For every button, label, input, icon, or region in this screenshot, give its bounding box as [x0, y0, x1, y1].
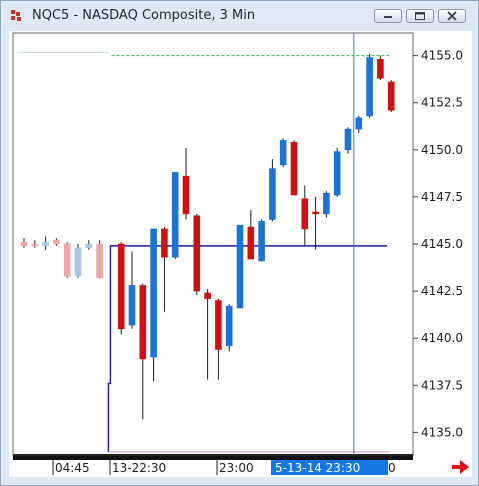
candle-body — [161, 228, 168, 258]
candle-body — [128, 285, 136, 326]
candle-body — [258, 221, 265, 262]
candle-body — [182, 175, 190, 215]
candle-body — [366, 57, 373, 117]
candle-body — [225, 305, 233, 347]
title-bar[interactable]: NQC5 - NASDAQ Composite, 3 Min — [1, 1, 478, 31]
window-title: NQC5 - NASDAQ Composite, 3 Min — [32, 8, 256, 23]
price-chart[interactable]: 4155.0 4152.5 4150.0 4147.5 4145.0 4142.5 4140… — [9, 31, 472, 477]
ghost-candle-body — [42, 241, 49, 247]
candle-body — [323, 192, 330, 215]
candle-body — [312, 211, 319, 215]
price-axis: 4155.0 4152.5 4150.0 4147.5 4145.0 4142.5 4140… — [413, 49, 463, 439]
candle-body — [204, 292, 211, 299]
ghost-candle-7[interactable] — [96, 240, 103, 279]
candle-body — [215, 300, 222, 350]
ghost-candle-body — [96, 243, 103, 279]
price-tick-label: 4142.5 — [421, 284, 463, 298]
ghost-candle-5[interactable] — [74, 244, 82, 278]
ghost-candle-body — [53, 239, 60, 245]
candle-body — [387, 81, 395, 111]
candle-body — [193, 215, 201, 292]
price-tick-label: 4150.0 — [421, 143, 463, 157]
price-tick-label: 4147.5 — [421, 190, 463, 204]
price-tick-label: 4137.5 — [421, 378, 463, 392]
candle-16[interactable] — [193, 213, 201, 295]
candle-24[interactable] — [279, 138, 287, 167]
app-icon — [11, 10, 21, 21]
candle-28[interactable] — [323, 191, 330, 218]
candle-19[interactable] — [225, 304, 233, 352]
scroll-right-arrow-icon[interactable] — [450, 458, 472, 476]
price-tick-label: 4145.0 — [421, 237, 463, 251]
candle-body — [269, 168, 276, 220]
candle-body — [150, 228, 157, 358]
plot-area[interactable] — [12, 32, 414, 456]
candle-22[interactable] — [258, 219, 265, 262]
candle-9[interactable] — [117, 242, 125, 335]
candle-29[interactable] — [333, 147, 341, 197]
close-button[interactable] — [438, 9, 466, 23]
price-tick-label: 4152.5 — [421, 96, 463, 110]
minimize-icon — [384, 16, 392, 18]
ghost-candle-body — [20, 241, 28, 247]
chart-window: NQC5 - NASDAQ Composite, 3 Min 4155.0 415… — [0, 0, 479, 486]
ghost-candle-body — [85, 243, 93, 249]
candle-body — [139, 285, 147, 360]
chart-frame[interactable]: 4155.0 4152.5 4150.0 4147.5 4145.0 4142.5 4140… — [9, 31, 472, 477]
ghost-candle-body — [74, 247, 82, 277]
ghost-candle-4[interactable] — [63, 242, 71, 278]
time-tick-label: 04:45 — [55, 461, 90, 475]
candle-body — [236, 224, 244, 309]
candle-25[interactable] — [290, 140, 298, 196]
candle-body — [377, 59, 384, 79]
candle-body — [355, 117, 363, 130]
candle-32[interactable] — [366, 53, 373, 118]
candle-body — [301, 198, 309, 230]
restore-button[interactable] — [406, 9, 434, 23]
candle-body — [344, 128, 352, 151]
candle-30[interactable] — [344, 127, 352, 154]
restore-icon — [415, 12, 425, 20]
time-tick-label: 23:00 — [219, 461, 254, 475]
price-tick-label: 4140.0 — [421, 331, 463, 345]
candle-body — [171, 172, 179, 258]
candle-33[interactable] — [377, 55, 384, 81]
price-tick-label: 4135.0 — [421, 425, 463, 439]
price-tick-label: 4155.0 — [421, 49, 463, 63]
cursor-time-suffix: 0 — [388, 461, 396, 475]
candle-body — [279, 140, 287, 166]
candle-body — [333, 151, 341, 196]
candle-20[interactable] — [236, 224, 244, 309]
ghost-candle-body — [31, 243, 39, 247]
candle-23[interactable] — [269, 159, 276, 222]
candle-body — [117, 243, 125, 330]
candle-body — [290, 141, 298, 196]
candle-14[interactable] — [171, 172, 179, 260]
ghost-candle-body — [63, 243, 71, 277]
close-icon — [447, 11, 457, 21]
time-axis-bar — [13, 456, 413, 460]
time-axis: 04:45 13-22:30 23:00 5-13-14 23:30 0 — [13, 456, 413, 475]
candle-34[interactable] — [387, 80, 395, 113]
candle-body — [247, 226, 255, 260]
cursor-time-label: 5-13-14 23:30 — [275, 461, 360, 475]
time-tick-label: 13-22:30 — [112, 461, 166, 475]
minimize-button[interactable] — [374, 9, 402, 23]
